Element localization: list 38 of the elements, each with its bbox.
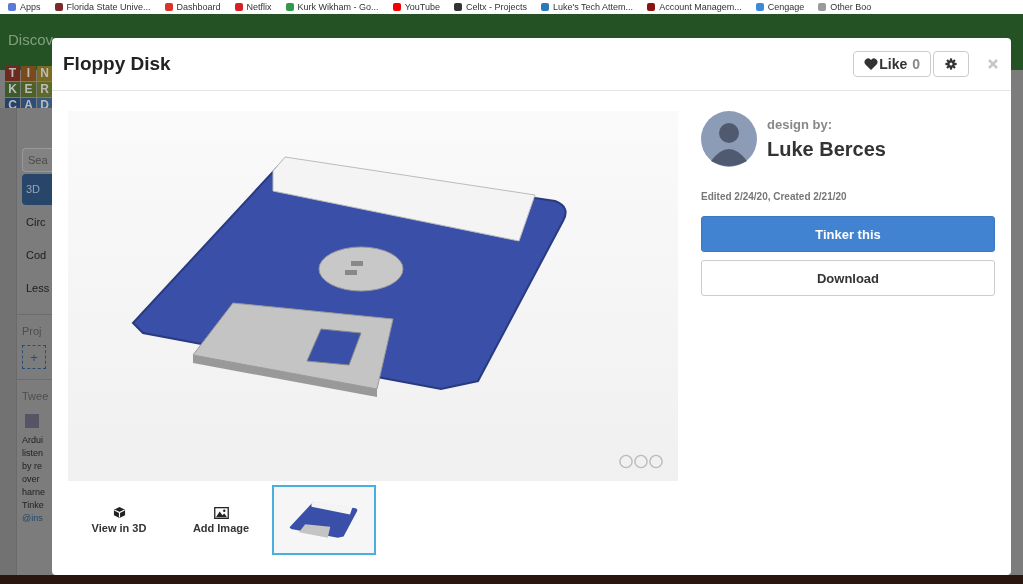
tweet-text: harne: [22, 486, 46, 499]
logo-letter: R: [37, 81, 52, 97]
logo-letter: K: [5, 81, 20, 97]
settings-button[interactable]: [933, 51, 969, 77]
like-button[interactable]: Like 0: [853, 51, 931, 77]
gear-icon: [945, 58, 957, 70]
floppy-thumbnail-icon: [288, 500, 360, 540]
bookmark-link[interactable]: Florida State Unive...: [54, 1, 151, 13]
bookmark-link[interactable]: Kurk Wikham - Go...: [285, 1, 379, 13]
heart-icon: [864, 58, 879, 70]
tweet-text: Tinke: [22, 499, 44, 512]
bookmark-link[interactable]: YouTube: [392, 1, 440, 13]
logo-letter: E: [21, 81, 36, 97]
bookmark-link[interactable]: Netflix: [234, 1, 272, 13]
edit-dates: Edited 2/24/20, Created 2/21/20: [701, 191, 848, 202]
tweet-avatar-icon: [25, 414, 39, 428]
tweet-text: by re: [22, 460, 42, 473]
image-icon: [213, 506, 229, 519]
tweet-text: Ardui: [22, 434, 43, 447]
bookmark-link[interactable]: Luke's Tech Attem...: [541, 1, 634, 13]
bookmark-link[interactable]: Account Managem...: [647, 1, 742, 13]
license-icon: [618, 454, 664, 469]
bookmark-link[interactable]: Dashboard: [164, 1, 221, 13]
tweet-text: over: [22, 473, 40, 486]
bookmark-link[interactable]: Apps: [8, 1, 41, 13]
designer-name: Luke Berces: [767, 138, 886, 161]
bookmark-link[interactable]: Celtx - Projects: [454, 1, 527, 13]
bookmark-link[interactable]: Cengage: [755, 1, 805, 13]
bookmark-link[interactable]: Other Boo: [818, 1, 872, 13]
tinker-button[interactable]: Tinker this: [701, 216, 995, 252]
download-button[interactable]: Download: [701, 260, 995, 296]
banner-text: Discov: [8, 31, 53, 48]
thumbnail-button[interactable]: [272, 485, 376, 555]
tweet-text: listen: [22, 447, 43, 460]
modal-title: Floppy Disk: [63, 53, 171, 75]
cube-icon: [112, 506, 126, 519]
avatar-icon: [701, 111, 757, 167]
designer-caption: design by:: [767, 117, 833, 132]
